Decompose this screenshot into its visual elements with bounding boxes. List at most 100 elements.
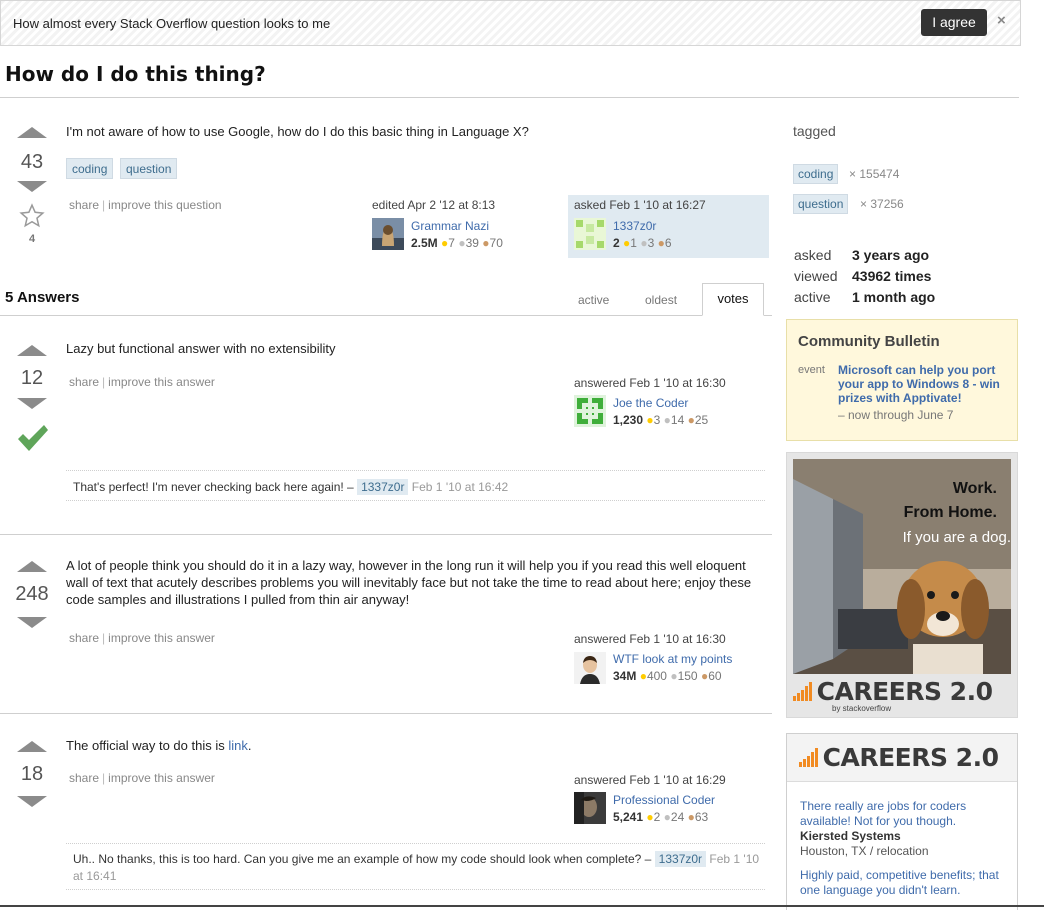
improve-answer-link[interactable]: improve this answer: [108, 375, 215, 389]
notification-bar: How almost every Stack Overflow question…: [0, 0, 1021, 46]
answer-body: Lazy but functional answer with no exten…: [66, 341, 336, 356]
answer-body: A lot of people think you should do it i…: [66, 558, 752, 607]
answers-header-divider: [0, 315, 772, 316]
bulletin-link[interactable]: Microsoft can help you port your app to …: [838, 363, 1010, 405]
agree-button[interactable]: I agree: [921, 9, 987, 36]
answered-time: answered Feb 1 '10 at 16:29: [574, 773, 726, 787]
share-link[interactable]: share: [69, 375, 99, 389]
tab-active[interactable]: active: [578, 293, 609, 307]
menu-separator: |: [102, 375, 106, 389]
comment-user-link[interactable]: 1337z0r: [654, 851, 707, 867]
community-bulletin: Community Bulletin event Microsoft can h…: [786, 319, 1018, 441]
stat-asked-value: 3 years ago: [852, 247, 930, 263]
avatar[interactable]: [372, 218, 404, 250]
upvote-icon[interactable]: [17, 345, 47, 356]
share-link[interactable]: share: [69, 198, 99, 212]
notification-text: How almost every Stack Overflow question…: [13, 16, 331, 31]
accepted-check-icon: [18, 425, 48, 451]
downvote-icon[interactable]: [17, 398, 47, 409]
answer-body-suffix: .: [247, 738, 252, 753]
improve-answer-link[interactable]: improve this answer: [108, 771, 215, 785]
favorite-star-icon[interactable]: [19, 203, 45, 229]
sidebar-tag-question[interactable]: question: [793, 194, 849, 214]
window-bottom-edge: [0, 905, 1044, 907]
editor-reputation: 2.5M ●7 ●39 ●70: [411, 236, 503, 250]
job-link[interactable]: Highly paid, competitive benefits; that …: [800, 868, 1005, 898]
downvote-icon[interactable]: [17, 181, 47, 192]
identicon-avatar[interactable]: [574, 218, 606, 250]
downvote-icon[interactable]: [17, 617, 47, 628]
careers-logo[interactable]: CAREERS 2.0: [787, 734, 1017, 782]
tag-question[interactable]: question: [120, 158, 178, 179]
careers-logo: CAREERS 2.0: [793, 677, 1013, 706]
comment-user-link[interactable]: 1337z0r: [357, 479, 409, 495]
comment: That's perfect! I'm never checking back …: [73, 479, 763, 496]
tag-coding[interactable]: coding: [66, 158, 114, 179]
comment-text: That's perfect! I'm never checking back …: [73, 480, 354, 494]
answer-vote-count: 12: [20, 367, 44, 389]
answer-post-menu: share | improve this answer: [69, 631, 215, 645]
answered-time: answered Feb 1 '10 at 16:30: [574, 376, 726, 390]
answerer-reputation: 34M ●400 ●150 ●60: [613, 669, 722, 683]
comment-text: Uh.. No thanks, this is too hard. Can yo…: [73, 852, 652, 866]
signal-bars-icon: [793, 682, 813, 701]
edited-time-link[interactable]: edited Apr 2 '12 at 8:13: [372, 198, 495, 212]
asker-user-link[interactable]: 1337z0r: [613, 219, 656, 233]
comment-divider: [66, 889, 765, 890]
share-link[interactable]: share: [69, 631, 99, 645]
editor-user-link[interactable]: Grammar Nazi: [411, 219, 489, 233]
menu-separator: |: [102, 631, 106, 645]
tab-oldest[interactable]: oldest: [645, 293, 677, 307]
ad-headline: Work. From Home.: [793, 477, 997, 525]
improve-question-link[interactable]: improve this question: [108, 198, 221, 212]
stat-asked-label: asked: [794, 247, 832, 263]
answered-time: answered Feb 1 '10 at 16:30: [574, 632, 726, 646]
answer-post-menu: share | improve this answer: [69, 375, 215, 389]
downvote-icon[interactable]: [17, 796, 47, 807]
stat-active-label: active: [794, 289, 831, 305]
job-link[interactable]: There really are jobs for coders availab…: [800, 799, 1005, 829]
job-company: Kiersted Systems: [800, 829, 901, 843]
answer-divider: [0, 713, 772, 714]
upvote-icon[interactable]: [17, 741, 47, 752]
tab-votes[interactable]: votes: [702, 283, 764, 316]
careers-ad[interactable]: Work. From Home. If you are a dog. CAREE…: [786, 452, 1018, 718]
bulletin-date: – now through June 7: [838, 408, 954, 422]
comment-divider: [66, 500, 765, 501]
close-icon[interactable]: ×: [997, 12, 1006, 29]
answer-post-menu: share | improve this answer: [69, 771, 215, 785]
answerer-user-link[interactable]: Joe the Coder: [613, 396, 688, 410]
identicon-avatar[interactable]: [574, 395, 606, 427]
comment: Uh.. No thanks, this is too hard. Can yo…: [73, 851, 763, 885]
answers-count: 5 Answers: [5, 289, 80, 306]
answer-link[interactable]: link: [228, 738, 248, 753]
question-post-menu: share | improve this question: [69, 198, 222, 212]
answerer-user-link[interactable]: Professional Coder: [613, 793, 715, 807]
avatar[interactable]: [574, 652, 606, 684]
comment-date: Feb 1 '10 at 16:42: [411, 480, 509, 494]
answer-divider: [0, 534, 772, 535]
answerer-reputation: 5,241 ●2 ●24 ●63: [613, 810, 709, 824]
answer-body-text: The official way to do this is: [66, 738, 229, 753]
menu-separator: |: [102, 771, 106, 785]
answerer-user-link[interactable]: WTF look at my points: [613, 652, 732, 666]
favorite-count: 4: [28, 233, 36, 245]
stat-active-value[interactable]: 1 month ago: [852, 289, 935, 305]
stat-viewed-label: viewed: [794, 268, 838, 284]
share-link[interactable]: share: [69, 771, 99, 785]
page-title[interactable]: How do I do this thing?: [5, 62, 266, 86]
careers-brand: CAREERS 2.0: [816, 677, 993, 706]
job-listings: There really are jobs for coders availab…: [800, 799, 1005, 898]
ad-headline-line: Work.: [952, 480, 997, 497]
avatar[interactable]: [574, 792, 606, 824]
bulletin-title: Community Bulletin: [798, 333, 940, 350]
question-body: I'm not aware of how to use Google, how …: [66, 124, 529, 139]
comment-divider: [66, 470, 765, 471]
upvote-icon[interactable]: [17, 561, 47, 572]
upvote-icon[interactable]: [17, 127, 47, 138]
answer-vote-count: 248: [15, 583, 49, 605]
careers-brand: CAREERS 2.0: [822, 743, 999, 772]
ad-headline-line: From Home.: [903, 504, 997, 521]
improve-answer-link[interactable]: improve this answer: [108, 631, 215, 645]
sidebar-tag-coding[interactable]: coding: [793, 164, 839, 184]
